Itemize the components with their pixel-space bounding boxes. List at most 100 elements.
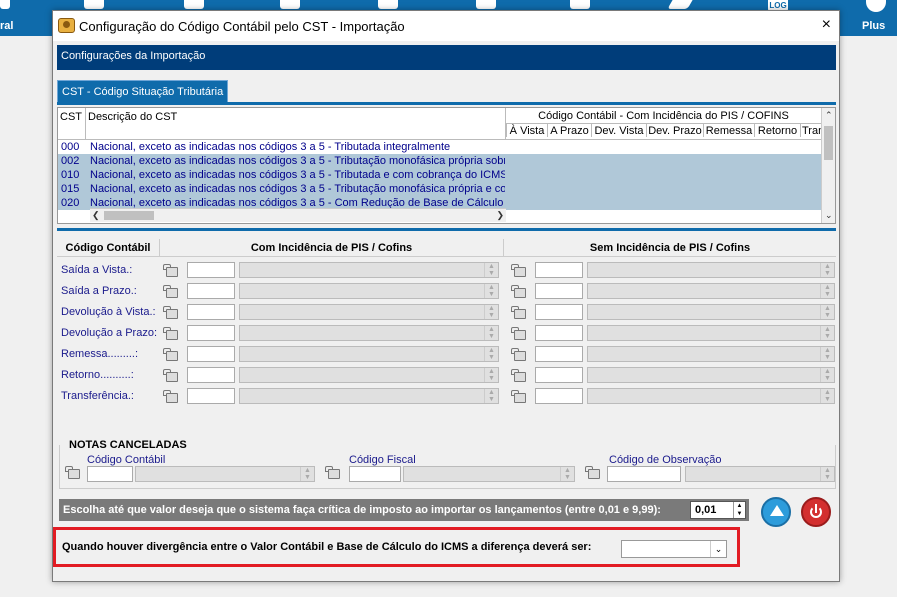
sem-incidencia-code-input[interactable] (535, 283, 583, 299)
critica-value[interactable]: 0,01 (695, 504, 716, 516)
spin-icon[interactable]: ▲ ▼ (820, 467, 834, 481)
col-header-dev-prazo[interactable]: Dev. Prazo (646, 123, 703, 137)
com-incidencia-code-input[interactable] (187, 325, 235, 341)
spin-icon[interactable]: ▲ ▼ (484, 347, 498, 361)
toolbar-monitor-icon[interactable] (378, 0, 398, 9)
grid-horizontal-scrollbar[interactable]: ❮ ❯ (90, 208, 506, 222)
com-incidencia-code-input[interactable] (187, 262, 235, 278)
scroll-thumb[interactable] (104, 211, 154, 220)
col-header-dev-vista[interactable]: Dev. Vista (591, 123, 646, 137)
spin-icon[interactable]: ▲ ▼ (484, 389, 498, 403)
lookup-icon[interactable] (511, 306, 527, 320)
lookup-icon[interactable] (511, 285, 527, 299)
critica-label: Escolha até que valor deseja que o siste… (63, 504, 661, 516)
spin-icon[interactable]: ▲ ▼ (733, 502, 745, 518)
section-divider (57, 228, 836, 231)
spin-icon[interactable]: ▲ ▼ (820, 305, 834, 319)
table-row[interactable]: 015 Nacional, exceto as indicadas nos có… (58, 182, 822, 196)
com-incidencia-code-input[interactable] (187, 388, 235, 404)
table-row[interactable]: 002 Nacional, exceto as indicadas nos có… (58, 154, 822, 168)
cell-cst: 020 (61, 197, 80, 209)
table-row[interactable]: 010 Nacional, exceto as indicadas nos có… (58, 168, 822, 182)
spin-icon[interactable]: ▲ ▼ (484, 326, 498, 340)
lookup-icon[interactable] (163, 264, 179, 278)
toolbar-calendar-icon[interactable] (184, 0, 204, 9)
scroll-right-icon[interactable]: ❯ (496, 210, 504, 221)
com-incidencia-code-input[interactable] (187, 304, 235, 320)
scroll-thumb[interactable] (824, 126, 833, 160)
lookup-icon[interactable] (163, 306, 179, 320)
toolbar-icon-left[interactable] (0, 0, 10, 9)
spin-icon[interactable]: ▲ ▼ (300, 467, 314, 481)
toolbar-folder-icon[interactable] (84, 0, 104, 9)
col-header-tran[interactable]: Tran (800, 123, 822, 137)
tab-cst[interactable]: CST - Código Situação Tributária (57, 80, 229, 103)
lookup-icon[interactable] (511, 264, 527, 278)
table-row[interactable]: 000 Nacional, exceto as indicadas nos có… (58, 140, 822, 154)
lookup-icon[interactable] (511, 390, 527, 404)
spin-icon[interactable]: ▲ ▼ (560, 467, 574, 481)
lookup-icon[interactable] (585, 466, 601, 480)
lookup-icon[interactable] (163, 369, 179, 383)
toolbar-download-icon[interactable] (476, 0, 496, 9)
grid-vertical-scrollbar[interactable]: ⌃ ⌄ (821, 108, 835, 223)
lookup-icon[interactable] (325, 466, 341, 480)
lookup-icon[interactable] (163, 348, 179, 362)
plus-icon[interactable] (866, 0, 886, 12)
lookup-icon[interactable] (511, 327, 527, 341)
toolbar-tools-icon[interactable] (667, 0, 693, 9)
sem-incidencia-desc-field: ▲ ▼ (587, 367, 835, 383)
spin-icon[interactable]: ▲ ▼ (820, 284, 834, 298)
toolbar-label-left[interactable]: ral (0, 20, 13, 32)
sem-incidencia-code-input[interactable] (535, 304, 583, 320)
col-header-retorno[interactable]: Retorno (754, 123, 800, 137)
spin-icon[interactable]: ▲ ▼ (484, 305, 498, 319)
notas-codigo-observacao-input[interactable] (607, 466, 681, 482)
notas-codigo-fiscal-input[interactable] (349, 466, 401, 482)
critica-value-spinner[interactable]: 0,01 ▲ ▼ (690, 501, 746, 519)
confirm-button[interactable] (761, 497, 791, 527)
sem-incidencia-code-input[interactable] (535, 325, 583, 341)
com-incidencia-code-input[interactable] (187, 346, 235, 362)
col-header-cst[interactable]: CST (58, 108, 86, 140)
sem-incidencia-code-input[interactable] (535, 388, 583, 404)
exit-button[interactable] (801, 497, 831, 527)
com-incidencia-code-input[interactable] (187, 367, 235, 383)
sem-incidencia-code-input[interactable] (535, 262, 583, 278)
lookup-icon[interactable] (65, 466, 81, 480)
close-icon[interactable]: × (822, 16, 831, 34)
spin-icon[interactable]: ▲ ▼ (820, 326, 834, 340)
spin-icon[interactable]: ▲ ▼ (820, 389, 834, 403)
col-header-desc[interactable]: Descrição do CST (86, 108, 506, 140)
spin-icon[interactable]: ▲ ▼ (484, 368, 498, 382)
scroll-up-icon[interactable]: ⌃ (825, 110, 833, 121)
lookup-icon[interactable] (163, 327, 179, 341)
col-header-a-vista[interactable]: À Vista (506, 123, 547, 137)
lookup-icon[interactable] (163, 285, 179, 299)
com-incidencia-code-input[interactable] (187, 283, 235, 299)
divergencia-select[interactable]: ⌄ (621, 540, 727, 558)
sem-incidencia-code-input[interactable] (535, 367, 583, 383)
sem-incidencia-desc-field: ▲ ▼ (587, 346, 835, 362)
spin-icon[interactable]: ▲ ▼ (820, 263, 834, 277)
col-header-a-prazo[interactable]: A Prazo (547, 123, 591, 137)
toolbar-upload-icon[interactable] (570, 0, 590, 9)
col-header-remessa[interactable]: Remessa (703, 123, 754, 137)
sem-incidencia-code-input[interactable] (535, 346, 583, 362)
lookup-icon[interactable] (511, 348, 527, 362)
lookup-icon[interactable] (511, 369, 527, 383)
sem-incidencia-desc-field: ▲ ▼ (587, 325, 835, 341)
cst-grid[interactable]: CST Descrição do CST Código Contábil - C… (57, 107, 836, 224)
spin-icon[interactable]: ▲ ▼ (820, 368, 834, 382)
spin-icon[interactable]: ▲ ▼ (484, 263, 498, 277)
chevron-down-icon[interactable]: ⌄ (710, 541, 726, 557)
toolbar-label-plus[interactable]: Plus (862, 20, 885, 32)
spin-icon[interactable]: ▲ ▼ (484, 284, 498, 298)
scroll-down-icon[interactable]: ⌄ (825, 210, 833, 221)
scroll-left-icon[interactable]: ❮ (92, 210, 100, 221)
toolbar-report-icon[interactable] (280, 0, 300, 9)
notas-codigo-contabil-input[interactable] (87, 466, 133, 482)
lookup-icon[interactable] (163, 390, 179, 404)
codigo-contabil-header: Código Contábil (57, 239, 159, 257)
spin-icon[interactable]: ▲ ▼ (820, 347, 834, 361)
